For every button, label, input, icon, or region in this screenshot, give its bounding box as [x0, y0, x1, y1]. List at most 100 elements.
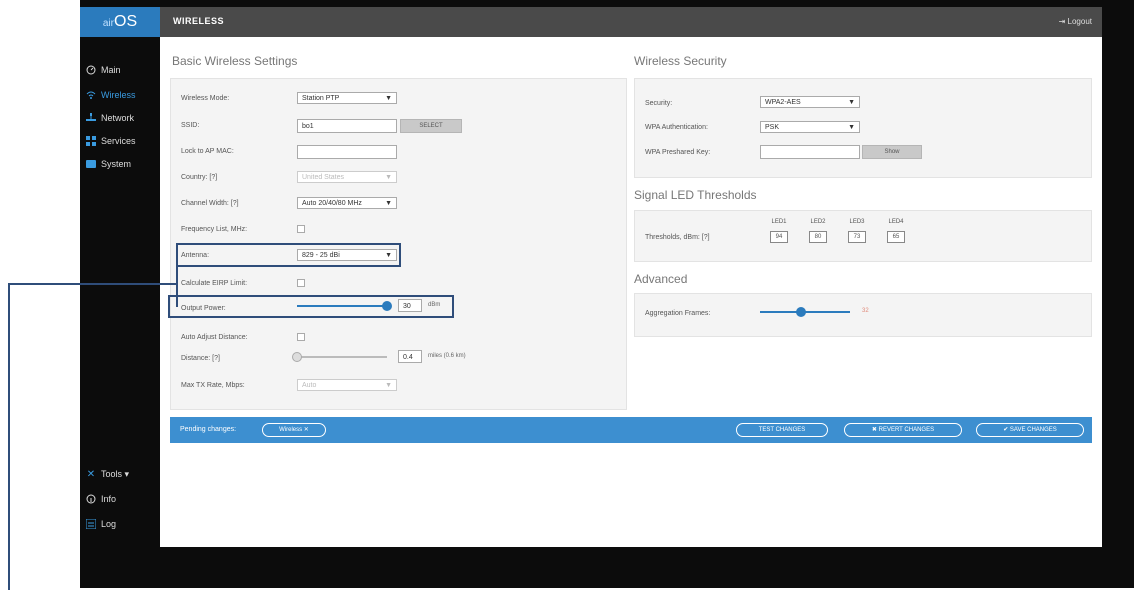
chevron-down-icon: ▼ [848, 124, 855, 131]
wireless-mode-label: Wireless Mode: [181, 95, 230, 102]
sidebar-item-tools[interactable]: ✕ Tools ▾ [86, 466, 129, 482]
wpa-auth-label: WPA Authentication: [645, 124, 708, 131]
sidebar-item-label: System [101, 159, 132, 169]
sidebar-item-services[interactable]: Services [86, 133, 136, 149]
content-bottom-area [160, 450, 1102, 547]
sidebar: airOS Main Wireless Network Services Sys… [80, 7, 160, 547]
calculate-eirp-label: Calculate EIRP Limit: [181, 280, 248, 287]
security-title: Wireless Security [634, 54, 727, 68]
led4-input[interactable]: 65 [887, 231, 905, 243]
logout-button[interactable]: ⇥ Logout [1059, 17, 1092, 26]
distance-slider-track[interactable] [297, 356, 387, 358]
country-label: Country: [?] [181, 174, 218, 181]
distance-unit: miles (0.6 km) [428, 353, 466, 359]
calculate-eirp-checkbox[interactable] [297, 279, 305, 287]
chevron-down-icon: ▼ [848, 99, 855, 106]
pending-changes-label: Pending changes: [180, 426, 237, 433]
callout-line-vertical [8, 283, 10, 590]
wpa-key-label: WPA Preshared Key: [645, 149, 711, 156]
advanced-title: Advanced [634, 272, 688, 286]
ssid-label: SSID: [181, 122, 200, 129]
info-icon [86, 494, 96, 504]
channel-width-label: Channel Width: [?] [181, 200, 239, 207]
basic-settings-title: Basic Wireless Settings [172, 54, 298, 68]
distance-label: Distance: [?] [181, 355, 220, 362]
sidebar-item-wireless[interactable]: Wireless [86, 87, 136, 103]
pending-changes-bar: Pending changes: Wireless ✕ TEST CHANGES… [170, 417, 1092, 443]
chevron-down-icon: ▼ [385, 382, 392, 389]
led-title: Signal LED Thresholds [634, 188, 757, 202]
lock-ap-label: Lock to AP MAC: [181, 148, 234, 155]
country-select[interactable]: United States ▼ [297, 171, 397, 183]
max-tx-rate-value: Auto [302, 382, 317, 389]
test-changes-button[interactable]: TEST CHANGES [736, 423, 828, 437]
security-value: WPA2-AES [765, 99, 801, 106]
distance-input[interactable]: 0.4 [398, 350, 422, 363]
sidebar-item-label: Wireless [101, 90, 136, 100]
chevron-down-icon: ▼ [385, 200, 392, 207]
services-icon [86, 136, 96, 146]
sidebar-item-label: Tools ▾ [101, 468, 130, 479]
led3-label: LED3 [849, 219, 865, 225]
distance-slider-knob[interactable] [292, 352, 302, 362]
sidebar-item-label: Services [101, 136, 136, 146]
sidebar-item-info[interactable]: Info [86, 491, 116, 507]
led1-input[interactable]: 94 [770, 231, 788, 243]
log-icon [86, 519, 96, 529]
led2-input[interactable]: 80 [809, 231, 827, 243]
aggregation-slider-knob[interactable] [795, 307, 806, 317]
led-thresholds-label: Thresholds, dBm: [?] [645, 234, 710, 241]
wpa-key-input[interactable] [760, 145, 860, 159]
led2-label: LED2 [810, 219, 826, 225]
channel-width-select[interactable]: Auto 20/40/80 MHz ▼ [297, 197, 397, 209]
callout-line-horizontal [8, 283, 178, 285]
frequency-list-label: Frequency List, MHz: [181, 226, 248, 233]
airos-logo[interactable]: airOS [80, 7, 160, 37]
wireless-mode-select[interactable]: Station PTP ▼ [297, 92, 397, 104]
country-value: United States [302, 174, 345, 181]
system-icon [86, 159, 96, 169]
network-icon [86, 113, 96, 123]
tools-icon: ✕ [86, 468, 96, 480]
sidebar-item-main[interactable]: Main [86, 62, 121, 78]
sidebar-item-label: Network [101, 113, 135, 123]
aggregation-label: Aggregation Frames: [645, 310, 711, 317]
revert-changes-button[interactable]: ✖ REVERT CHANGES [844, 423, 962, 437]
channel-width-value: Auto 20/40/80 MHz [302, 200, 362, 207]
sidebar-item-network[interactable]: Network [86, 110, 134, 126]
lock-ap-input[interactable] [297, 145, 397, 159]
callout-line-bracket [176, 255, 178, 307]
wifi-icon [86, 90, 96, 100]
antenna-highlight-box [176, 243, 401, 267]
pending-wireless-tag[interactable]: Wireless ✕ [262, 423, 326, 437]
logout-icon: ⇥ [1058, 17, 1068, 26]
sidebar-item-system[interactable]: System [86, 156, 131, 172]
gauge-icon [86, 65, 96, 75]
led3-input[interactable]: 73 [848, 231, 866, 243]
max-tx-rate-label: Max TX Rate, Mbps: [181, 382, 245, 389]
logo-main: OS [114, 13, 138, 30]
sidebar-item-log[interactable]: Log [86, 516, 116, 532]
led4-label: LED4 [888, 219, 904, 225]
auto-adjust-checkbox[interactable] [297, 333, 305, 341]
sidebar-item-label: Info [101, 494, 117, 504]
wireless-mode-value: Station PTP [302, 95, 340, 102]
max-tx-rate-select[interactable]: Auto ▼ [297, 379, 397, 391]
sidebar-item-label: Main [101, 65, 121, 75]
page-title: WIRELESS [173, 16, 225, 26]
security-select[interactable]: WPA2-AES ▼ [760, 96, 860, 108]
led1-label: LED1 [771, 219, 787, 225]
frequency-list-checkbox[interactable] [297, 225, 305, 233]
chevron-down-icon: ▼ [385, 174, 392, 181]
output-power-highlight-box [168, 295, 454, 318]
ssid-input[interactable]: bo1 [297, 119, 397, 133]
auto-adjust-label: Auto Adjust Distance: [181, 334, 248, 341]
save-changes-button[interactable]: ✔ SAVE CHANGES [976, 423, 1084, 437]
wpa-auth-value: PSK [765, 124, 780, 131]
sidebar-item-label: Log [101, 519, 117, 529]
top-bar: WIRELESS ⇥ Logout [160, 7, 1102, 37]
logout-label: Logout [1067, 17, 1092, 26]
ssid-select-button[interactable]: SELECT [400, 119, 462, 133]
wpa-auth-select[interactable]: PSK ▼ [760, 121, 860, 133]
wpa-key-show-button[interactable]: Show [862, 145, 922, 159]
